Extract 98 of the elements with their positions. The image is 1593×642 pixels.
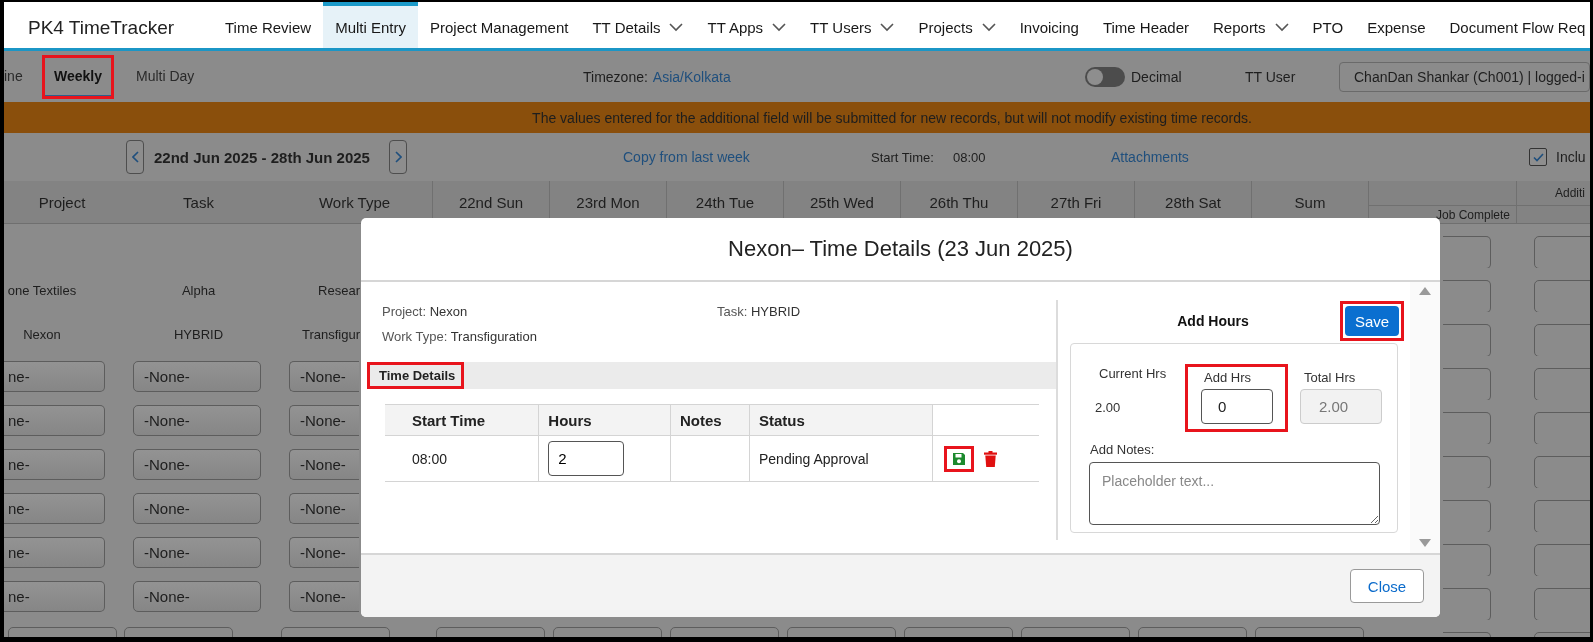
user-label: TT User bbox=[1245, 68, 1297, 85]
start-time-label: Start Time: bbox=[871, 149, 935, 165]
column-header: Status bbox=[749, 404, 933, 436]
chevron-down-icon bbox=[669, 22, 684, 32]
column-header: Hours bbox=[538, 404, 671, 436]
table-cell: HYBRID bbox=[173, 326, 224, 342]
table-cell: Transfigur bbox=[301, 326, 360, 342]
nav-tab[interactable]: TT Apps bbox=[695, 2, 799, 48]
chevron-left-icon bbox=[131, 151, 139, 163]
field-label: Add Hrs bbox=[1203, 368, 1252, 386]
notes-field[interactable]: Placeholder text... bbox=[1089, 462, 1380, 525]
timezone-link[interactable]: Asia/Kolkata bbox=[652, 68, 731, 85]
scroll-down-icon[interactable] bbox=[1419, 539, 1431, 547]
field-label: Current Hrs bbox=[1098, 364, 1168, 382]
select-field[interactable]: ne- bbox=[4, 581, 105, 612]
column-header: Work Type bbox=[277, 181, 432, 224]
info-value: Transfiguration bbox=[450, 329, 537, 344]
select-field[interactable]: -None- bbox=[133, 361, 261, 392]
nav-tab[interactable]: PTO bbox=[1300, 2, 1356, 48]
close-button[interactable]: Close bbox=[1350, 569, 1424, 603]
table-cell: one Textiles bbox=[7, 282, 77, 298]
next-week-button[interactable] bbox=[389, 140, 407, 174]
nav-tab[interactable]: Project Management bbox=[418, 2, 581, 48]
select-field[interactable]: -None- bbox=[133, 537, 261, 568]
chevron-down-icon bbox=[981, 22, 996, 32]
add-hours-field[interactable]: 0 bbox=[1201, 389, 1273, 424]
start-time-value: 08:00 bbox=[953, 149, 987, 165]
check-icon bbox=[1532, 152, 1544, 162]
checkbox-label: Inclu bbox=[1556, 149, 1587, 165]
select-field[interactable]: -None- bbox=[289, 581, 359, 612]
previous-week-button[interactable] bbox=[126, 140, 144, 174]
table-cell: Nexon bbox=[23, 326, 61, 342]
section-title: Time Details bbox=[378, 367, 457, 385]
select-field[interactable]: ne- bbox=[4, 405, 105, 436]
nav-tab[interactable]: TT Users bbox=[798, 2, 907, 48]
nav-tab[interactable]: Multi Entry bbox=[323, 2, 418, 48]
select-field[interactable]: -None- bbox=[289, 493, 359, 524]
column-header: Project bbox=[4, 181, 120, 224]
info-label: Project: bbox=[382, 304, 428, 319]
select-field[interactable]: -None- bbox=[133, 449, 261, 480]
table-cell: Pending Approval bbox=[749, 435, 933, 482]
nav-tab[interactable]: Reports bbox=[1201, 2, 1301, 48]
dialog-title: Nexon– Time Details (23 Jun 2025) bbox=[361, 218, 1440, 282]
nav-tab[interactable]: Document Flow Req bbox=[1437, 2, 1590, 48]
table-cell: Resear bbox=[318, 282, 360, 298]
select-field[interactable]: ne- bbox=[4, 537, 105, 568]
save-button[interactable]: Save bbox=[1345, 306, 1399, 336]
date-range: 22nd Jun 2025 - 28th Jun 2025 bbox=[154, 148, 371, 166]
column-header: Start Time bbox=[385, 404, 539, 436]
select-field[interactable]: -None- bbox=[289, 537, 359, 568]
toggle-label: Decimal bbox=[1131, 68, 1183, 85]
view-tab[interactable]: ine bbox=[4, 56, 23, 97]
chevron-down-icon bbox=[772, 22, 787, 32]
select-field[interactable]: -None- bbox=[133, 581, 261, 612]
column-header: Notes bbox=[670, 404, 750, 436]
panel-title: Add Hours bbox=[1176, 313, 1250, 329]
attachments-link[interactable]: Attachments bbox=[1111, 149, 1529, 165]
checkbox[interactable] bbox=[1529, 148, 1547, 166]
chevron-right-icon bbox=[394, 151, 402, 163]
select-field[interactable]: ne- bbox=[4, 493, 105, 524]
info-value: HYBRID bbox=[750, 304, 801, 319]
select-field[interactable]: -None- bbox=[133, 405, 261, 436]
select-field[interactable]: ne- bbox=[4, 361, 105, 392]
hours-field[interactable]: 2 bbox=[548, 441, 625, 476]
nav-tab[interactable]: Time Header bbox=[1090, 2, 1201, 48]
trash-can-icon bbox=[984, 450, 998, 467]
select-field[interactable]: -None- bbox=[289, 361, 359, 392]
select-field[interactable]: -None- bbox=[133, 493, 261, 524]
table-cell: Alpha bbox=[181, 282, 216, 298]
chevron-down-icon bbox=[1274, 22, 1289, 32]
nav-tab[interactable]: TT Details bbox=[580, 2, 696, 48]
table-cell: 08:00 bbox=[385, 435, 539, 482]
info-label: Work Type: bbox=[382, 329, 449, 344]
timezone-label: Timezone: bbox=[583, 68, 648, 85]
column-header: Additi bbox=[1555, 186, 1586, 200]
notice-banner: The values entered for the additional field will be submitted for new records, but will not modify existing time records. bbox=[4, 102, 1590, 133]
select-field[interactable]: -None- bbox=[289, 405, 359, 436]
chevron-down-icon bbox=[880, 22, 895, 32]
toggle-switch[interactable] bbox=[1085, 66, 1125, 87]
save-icon[interactable] bbox=[947, 448, 972, 469]
info-label: Task: bbox=[717, 304, 749, 319]
nav-tab[interactable]: Time Review bbox=[213, 2, 324, 48]
view-tab[interactable]: Multi Day bbox=[136, 56, 195, 97]
select-field[interactable]: ne- bbox=[4, 449, 105, 480]
field-label: Add Notes: bbox=[1089, 440, 1156, 458]
nav-tab[interactable]: Invoicing bbox=[1007, 2, 1091, 48]
scroll-up-icon[interactable] bbox=[1419, 287, 1431, 295]
app-title: PK4 TimeTracker bbox=[27, 16, 176, 40]
current-hours-value: 2.00 bbox=[1094, 399, 1122, 415]
view-tab[interactable]: Weekly bbox=[44, 56, 112, 97]
info-value: Nexon bbox=[429, 304, 468, 319]
user-select[interactable]: ChanDan Shankar (Ch001) | logged-i bbox=[1339, 61, 1590, 92]
column-header: Task bbox=[120, 181, 277, 224]
nav-tab[interactable]: Projects bbox=[906, 2, 1008, 48]
nav-tab[interactable]: Expense bbox=[1355, 2, 1438, 48]
field-label: Total Hrs bbox=[1303, 368, 1357, 386]
select-field[interactable]: -None- bbox=[289, 449, 359, 480]
copy-link[interactable]: Copy from last week bbox=[623, 149, 871, 165]
